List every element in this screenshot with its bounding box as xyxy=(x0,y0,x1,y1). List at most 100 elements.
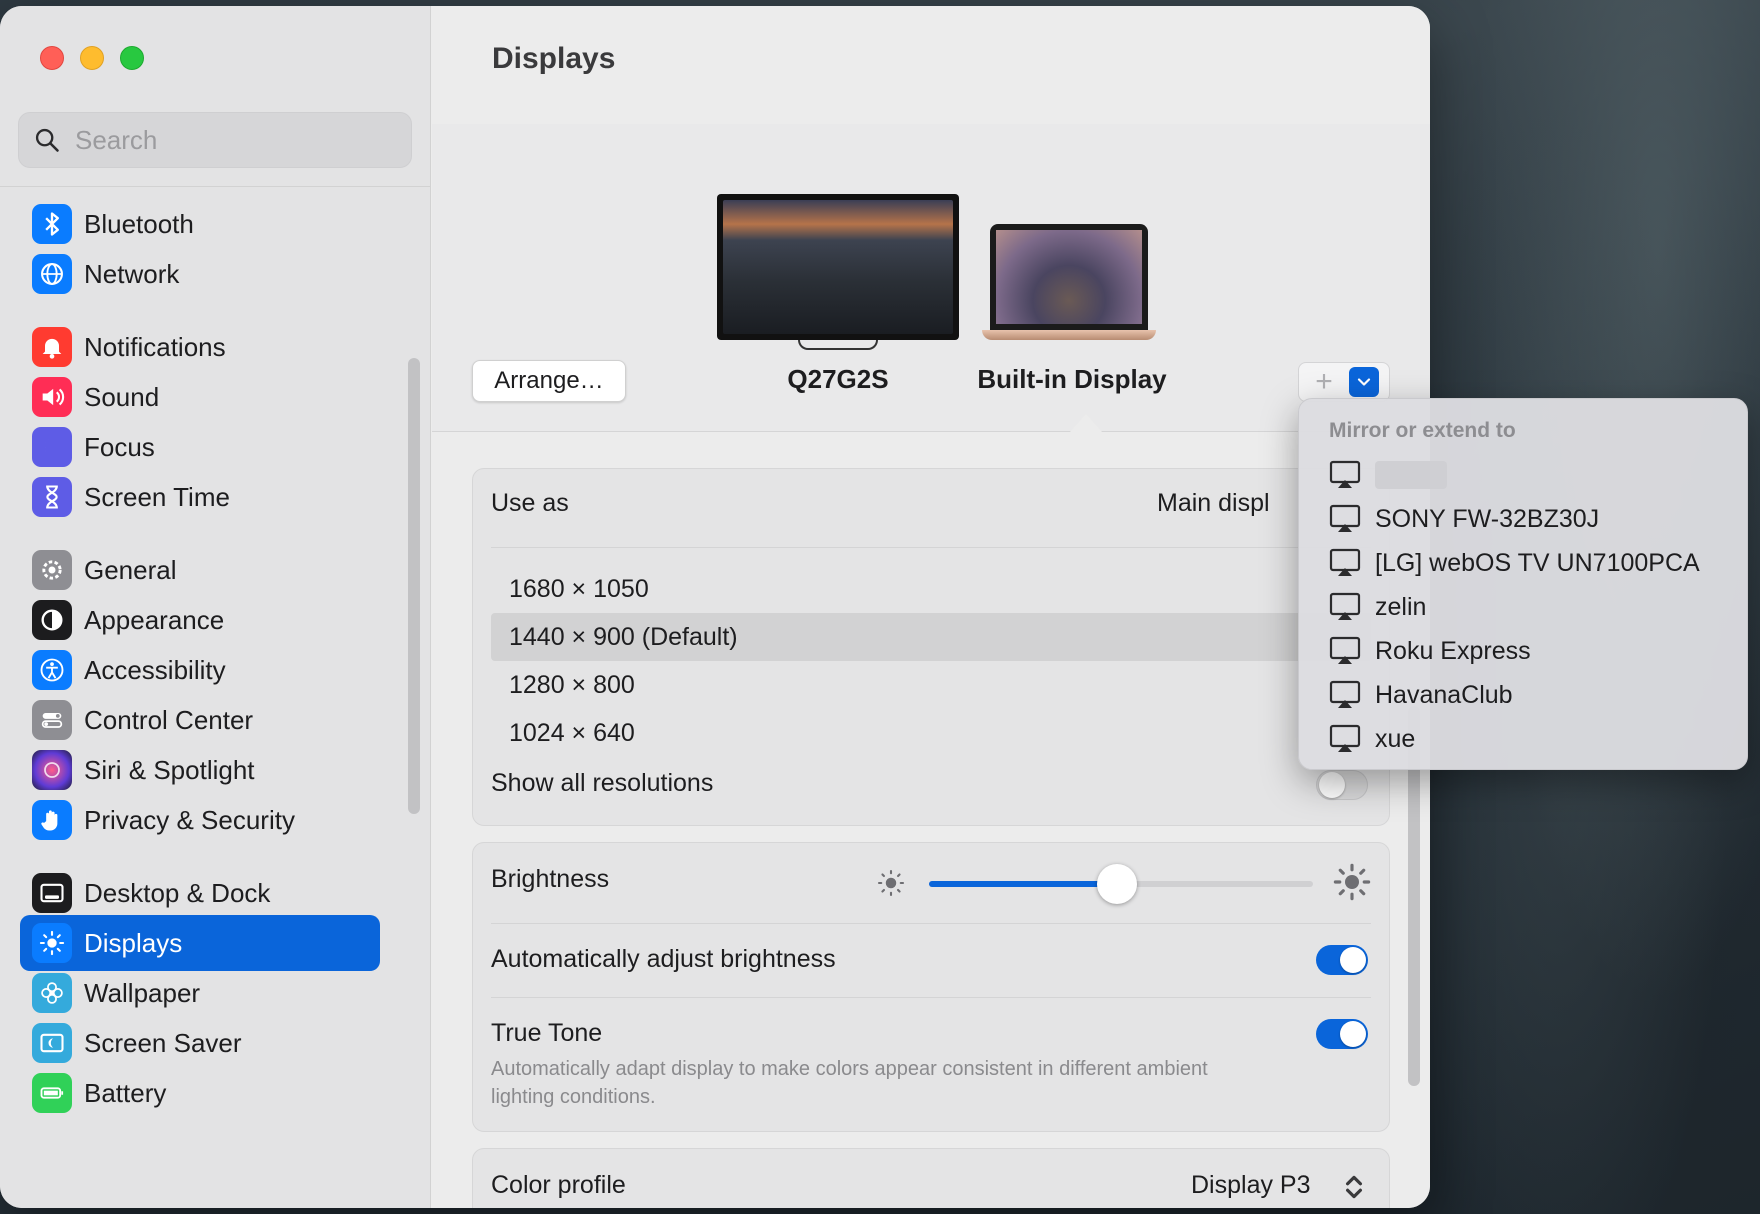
sidebar-item-privacy-security[interactable]: Privacy & Security xyxy=(20,792,380,848)
sidebar-item-label: Sound xyxy=(84,381,160,412)
sidebar-item-focus[interactable]: Focus xyxy=(20,419,380,475)
stepper-chevrons-icon[interactable] xyxy=(1341,1171,1367,1203)
accessibility-icon xyxy=(32,650,72,690)
switches-icon xyxy=(32,700,72,740)
settings-window: Bluetooth Network Notifications Sound Fo… xyxy=(0,6,1430,1208)
sidebar-item-label: Bluetooth xyxy=(84,208,194,239)
menu-item-label: HavanaClub xyxy=(1375,680,1513,709)
sidebar-item-label: Control Center xyxy=(84,704,254,735)
sidebar-item-label: Screen Time xyxy=(84,481,230,512)
minimize-button[interactable] xyxy=(80,46,104,70)
resolution-card: Use as Main displ 1680 × 1050 1440 × 900… xyxy=(472,468,1390,826)
globe-icon xyxy=(32,254,72,294)
menu-item-redacted[interactable] xyxy=(1329,455,1447,495)
show-all-resolutions-label: Show all resolutions xyxy=(491,769,714,797)
sidebar-item-label: Displays xyxy=(84,927,183,958)
sidebar-item-desktop-dock[interactable]: Desktop & Dock xyxy=(20,865,380,921)
zoom-button[interactable] xyxy=(120,46,144,70)
menu-item-device[interactable]: zelin xyxy=(1329,587,1426,627)
builtin-display-label[interactable]: Built-in Display xyxy=(962,364,1182,395)
search-icon xyxy=(35,128,59,152)
sidebar-scrollbar[interactable] xyxy=(408,358,420,814)
siri-icon xyxy=(32,750,72,790)
resolution-option[interactable]: 1024 × 640 xyxy=(491,709,1371,757)
external-monitor-thumbnail[interactable] xyxy=(717,194,959,354)
arrange-button[interactable]: Arrange… xyxy=(472,360,626,402)
hourglass-icon xyxy=(32,477,72,517)
resolution-option[interactable]: 1680 × 1050 xyxy=(491,565,1371,613)
builtin-display-thumbnail[interactable] xyxy=(982,224,1156,344)
sidebar-item-accessibility[interactable]: Accessibility xyxy=(20,642,380,698)
sidebar-item-appearance[interactable]: Appearance xyxy=(20,592,380,648)
selection-pointer xyxy=(1070,414,1102,432)
appearance-icon xyxy=(32,600,72,640)
brightness-slider-fill xyxy=(929,881,1118,887)
auto-brightness-label: Automatically adjust brightness xyxy=(491,945,836,973)
sidebar-item-screen-time[interactable]: Screen Time xyxy=(20,469,380,525)
sidebar-item-label: General xyxy=(84,554,177,585)
color-profile-card: Color profile Display P3 xyxy=(472,1148,1390,1208)
sidebar-divider xyxy=(0,186,431,187)
sidebar-item-label: Appearance xyxy=(84,604,225,635)
airplay-icon xyxy=(1329,592,1361,620)
sidebar-item-control-center[interactable]: Control Center xyxy=(20,692,380,748)
color-profile-value[interactable]: Display P3 xyxy=(1191,1171,1311,1200)
sidebar-item-sound[interactable]: Sound xyxy=(20,369,380,425)
sidebar-item-label: Privacy & Security xyxy=(84,804,295,835)
menu-header: Mirror or extend to xyxy=(1329,419,1516,442)
divider xyxy=(491,923,1371,924)
search-input[interactable] xyxy=(75,124,395,156)
screensaver-icon xyxy=(32,1023,72,1063)
brightness-label: Brightness xyxy=(491,865,610,893)
sidebar-item-notifications[interactable]: Notifications xyxy=(20,319,380,375)
window-controls xyxy=(40,46,144,70)
menu-item-label: zelin xyxy=(1375,592,1427,621)
gear-icon xyxy=(32,550,72,590)
hand-icon xyxy=(32,800,72,840)
auto-brightness-toggle[interactable] xyxy=(1316,945,1368,975)
speaker-icon xyxy=(32,377,72,417)
sidebar-item-network[interactable]: Network xyxy=(20,246,380,302)
use-as-value[interactable]: Main displ xyxy=(1157,489,1270,518)
sidebar-item-label: Wallpaper xyxy=(84,977,201,1008)
external-display-label[interactable]: Q27G2S xyxy=(762,364,914,395)
search-field[interactable] xyxy=(18,112,412,168)
brightness-low-icon xyxy=(877,869,905,897)
plus-icon[interactable]: + xyxy=(1299,362,1349,402)
menu-item-device[interactable]: xue xyxy=(1329,719,1415,759)
menu-item-device[interactable]: SONY FW-32BZ30J xyxy=(1329,499,1599,539)
true-tone-description: Automatically adapt display to make colo… xyxy=(491,1058,1208,1108)
menu-item-label: SONY FW-32BZ30J xyxy=(1375,504,1600,533)
divider xyxy=(491,997,1371,998)
sidebar-item-wallpaper[interactable]: Wallpaper xyxy=(20,965,380,1021)
sidebar-item-battery[interactable]: Battery xyxy=(20,1065,380,1121)
page-title: Displays xyxy=(492,42,616,75)
menu-item-device[interactable]: [LG] webOS TV UN7100PCA xyxy=(1329,543,1700,583)
add-display-control[interactable]: + xyxy=(1298,362,1390,402)
sidebar-item-screen-saver[interactable]: Screen Saver xyxy=(20,1015,380,1071)
close-button[interactable] xyxy=(40,46,64,70)
sidebar-item-general[interactable]: General xyxy=(20,542,380,598)
sidebar-item-bluetooth[interactable]: Bluetooth xyxy=(20,196,380,252)
menu-item-device[interactable]: HavanaClub xyxy=(1329,675,1513,715)
battery-icon xyxy=(32,1073,72,1113)
sidebar-item-label: Battery xyxy=(84,1077,167,1108)
sidebar-item-label: Desktop & Dock xyxy=(84,877,271,908)
sidebar-item-siri-spotlight[interactable]: Siri & Spotlight xyxy=(20,742,380,798)
sidebar-item-label: Focus xyxy=(84,431,155,462)
resolution-option[interactable]: 1280 × 800 xyxy=(491,661,1371,709)
mirror-extend-menu: Mirror or extend to SONY FW-32BZ30J [LG]… xyxy=(1298,398,1748,770)
show-all-resolutions-toggle[interactable] xyxy=(1316,770,1368,800)
sun-icon xyxy=(32,923,72,963)
sidebar-item-displays[interactable]: Displays xyxy=(20,915,380,971)
brightness-slider-handle[interactable] xyxy=(1097,864,1138,904)
airplay-icon xyxy=(1329,504,1361,532)
menu-item-device[interactable]: Roku Express xyxy=(1329,631,1531,671)
color-profile-label: Color profile xyxy=(491,1171,626,1199)
menu-item-label: Roku Express xyxy=(1375,636,1531,665)
chevron-down-icon[interactable] xyxy=(1349,367,1379,397)
brightness-slider[interactable] xyxy=(929,864,1313,904)
true-tone-toggle[interactable] xyxy=(1316,1019,1368,1049)
resolution-option-selected[interactable]: 1440 × 900 (Default) xyxy=(491,613,1371,661)
display-arrangement: Arrange… Q27G2S Built-in Display + xyxy=(432,124,1430,432)
